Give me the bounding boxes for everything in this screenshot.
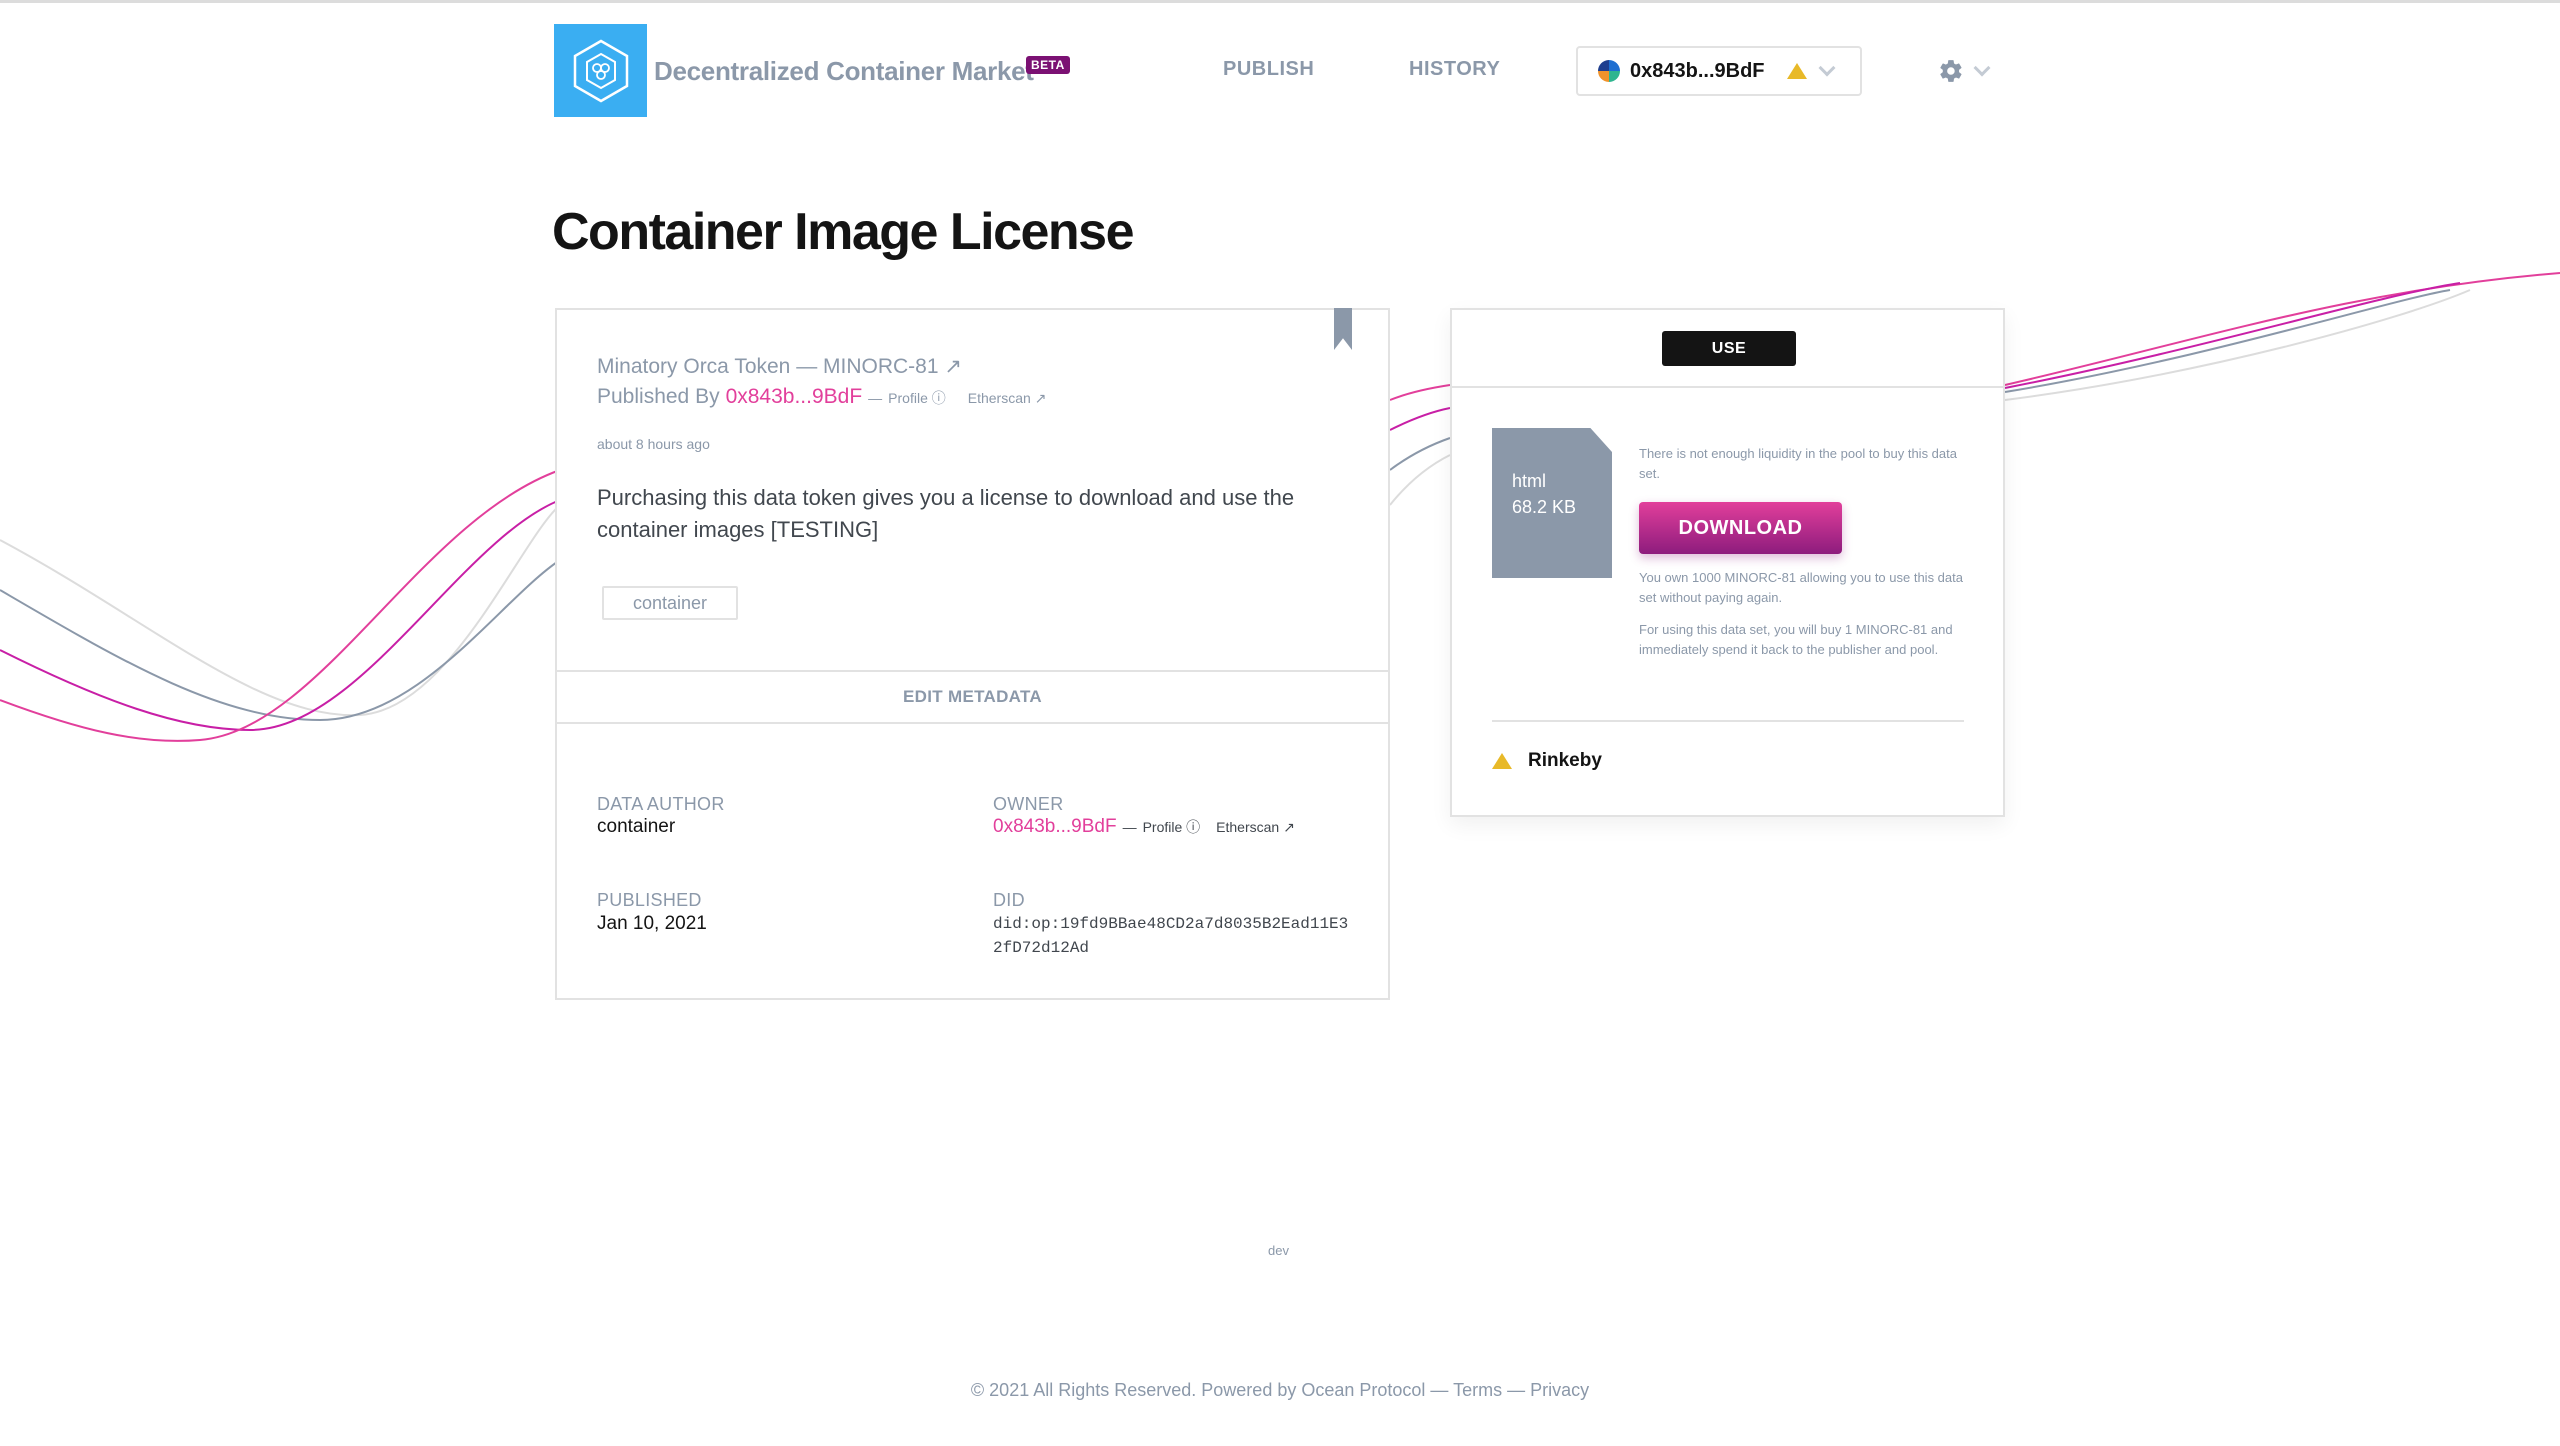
logo[interactable]	[554, 24, 647, 117]
data-author-value: container	[597, 816, 676, 837]
published-by: Published By 0x843b...9BdF — Profile ⓘ E…	[597, 385, 1046, 409]
wallet-button[interactable]: 0x843b...9BdF	[1576, 46, 1862, 96]
tab-use[interactable]: USE	[1662, 331, 1796, 366]
nav-publish[interactable]: PUBLISH	[1223, 58, 1314, 81]
owner-label: OWNER	[993, 794, 1064, 814]
owner-address[interactable]: 0x843b...9BdF	[993, 816, 1117, 838]
tag-container[interactable]: container	[602, 586, 738, 620]
wallet-avatar	[1598, 60, 1620, 82]
did-value: did:op:19fd9BBae48CD2a7d8035B2Ead11E32fD…	[993, 915, 1349, 957]
network-indicator: Rinkeby	[1492, 750, 1602, 772]
published-label: PUBLISHED	[597, 890, 702, 910]
warning-icon	[1492, 753, 1512, 769]
asset-details-card: Minatory Orca Token — MINORC-81 ↗ Publis…	[555, 308, 1390, 1000]
beta-badge: BETA	[1026, 56, 1070, 74]
environment-label: dev	[1268, 1243, 1289, 1258]
file-size: 68.2 KB	[1512, 497, 1577, 517]
wallet-address: 0x843b...9BdF	[1630, 59, 1765, 82]
site-header: Decentralized Container Market BETA PUBL…	[0, 0, 2560, 130]
ownership-note: You own 1000 MINORC-81 allowing you to u…	[1639, 570, 1963, 605]
published-by-label: Published By	[597, 385, 720, 408]
brand-title[interactable]: Decentralized Container Market	[654, 56, 1034, 87]
divider	[1492, 720, 1964, 722]
publisher-etherscan-link[interactable]: Etherscan ↗	[968, 390, 1047, 407]
did-label: DID	[993, 890, 1025, 910]
purchase-note: For using this data set, you will buy 1 …	[1639, 622, 1953, 657]
settings-button[interactable]	[1938, 58, 1991, 84]
network-name: Rinkeby	[1528, 750, 1602, 771]
chevron-down-icon	[1818, 59, 1836, 77]
file-type: html	[1512, 471, 1547, 491]
use-panel: USE html 68.2 KB There is not enough liq…	[1450, 308, 2005, 817]
download-button[interactable]: DOWNLOAD	[1639, 502, 1842, 554]
warning-icon	[1786, 63, 1807, 79]
tab-bar: USE	[1452, 310, 2003, 388]
owner-value: 0x843b...9BdF — Profile ⓘ Etherscan ↗	[993, 816, 1295, 838]
gear-icon	[1940, 60, 1962, 82]
footer-text: © 2021 All Rights Reserved. Powered by O…	[970, 1380, 1590, 1400]
publisher-address[interactable]: 0x843b...9BdF	[726, 385, 863, 409]
asset-description: Purchasing this data token gives you a l…	[597, 485, 1295, 542]
owner-etherscan-link[interactable]: Etherscan ↗	[1216, 819, 1295, 836]
chevron-down-icon	[1973, 59, 1991, 77]
published-date: Jan 10, 2021	[597, 913, 707, 934]
published-time-ago: about 8 hours ago	[597, 436, 710, 452]
data-author-label: DATA AUTHOR	[597, 794, 725, 814]
liquidity-note: There is not enough liquidity in the poo…	[1639, 446, 1957, 481]
page-title: Container Image License	[552, 203, 1135, 261]
edit-metadata-button[interactable]: EDIT METADATA	[557, 670, 1388, 724]
token-link[interactable]: Minatory Orca Token — MINORC-81 ↗	[597, 354, 962, 379]
owner-profile-link[interactable]: Profile ⓘ	[1143, 817, 1201, 837]
nav-history[interactable]: HISTORY	[1409, 58, 1500, 81]
file-icon: html 68.2 KB	[1492, 428, 1612, 578]
separator: —	[1122, 819, 1137, 835]
logo-hexagon-icon	[573, 39, 628, 102]
separator: —	[868, 390, 883, 406]
publisher-profile-link[interactable]: Profile ⓘ	[888, 388, 946, 408]
